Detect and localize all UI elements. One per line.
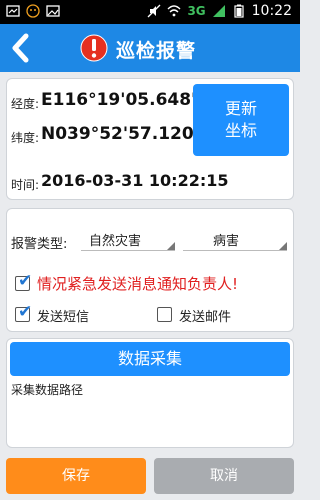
mute-icon	[147, 4, 161, 18]
time-value: 2016-03-31 10:22:15	[41, 171, 229, 190]
save-button[interactable]: 保存	[6, 458, 146, 494]
title-bar: 巡检报警	[0, 24, 300, 72]
clock: 10:22	[251, 3, 292, 19]
email-label: 发送邮件	[179, 310, 232, 325]
update-coordinates-button[interactable]: 更新 坐标	[193, 84, 289, 156]
data-path-label: 采集数据路径	[11, 383, 84, 397]
location-card: 经度: E116°19'05.648" 纬度: N039°52'57.120" …	[6, 78, 294, 200]
latitude-value: N039°52'57.120"	[41, 124, 203, 144]
smiley-icon	[26, 4, 40, 18]
wifi-icon	[167, 5, 181, 17]
alarm-type-select[interactable]: 自然灾害	[81, 227, 175, 251]
alarm-type-value: 自然灾害	[89, 234, 142, 249]
alert-icon	[80, 34, 108, 62]
time-label: 时间:	[11, 178, 40, 192]
status-icons: 3G 10:22	[147, 3, 292, 19]
check-icon: ✔	[18, 302, 33, 322]
alarm-subtype-select[interactable]: 病害	[183, 227, 287, 251]
check-icon: ✔	[18, 271, 33, 291]
alarm-type-label: 报警类型:	[11, 237, 68, 252]
data-collection-card: 数据采集 采集数据路径	[6, 338, 294, 448]
data-collection-button[interactable]: 数据采集	[10, 342, 290, 376]
dropdown-arrow-icon	[279, 242, 287, 250]
network-type: 3G	[187, 4, 206, 18]
alarm-card: 报警类型: 自然灾害 病害 ✔ 情况紧急发送消息通知负责人! ✔ 发送短信 发送…	[6, 208, 294, 332]
image-icon	[46, 5, 60, 17]
notification-icon	[6, 5, 20, 17]
alarm-subtype-value: 病害	[213, 234, 240, 249]
back-button[interactable]	[6, 32, 36, 64]
update-coordinates-label: 更新 坐标	[224, 99, 257, 140]
battery-icon	[234, 4, 244, 18]
cancel-button[interactable]: 取消	[154, 458, 294, 494]
dropdown-arrow-icon	[167, 242, 175, 250]
longitude-value: E116°19'05.648"	[41, 90, 200, 110]
email-checkbox[interactable]	[157, 307, 172, 322]
notification-icons	[6, 4, 60, 18]
signal-icon	[212, 5, 225, 17]
latitude-label: 纬度:	[11, 131, 40, 145]
status-bar: 3G 10:22	[0, 0, 300, 24]
sms-checkbox[interactable]: ✔	[15, 302, 32, 322]
sms-label: 发送短信	[37, 310, 90, 325]
longitude-label: 经度:	[11, 97, 40, 111]
urgent-label: 情况紧急发送消息通知负责人!	[37, 275, 239, 293]
back-arrow-icon	[12, 33, 29, 63]
urgent-checkbox[interactable]: ✔	[15, 271, 32, 291]
page-title: 巡检报警	[116, 40, 197, 62]
